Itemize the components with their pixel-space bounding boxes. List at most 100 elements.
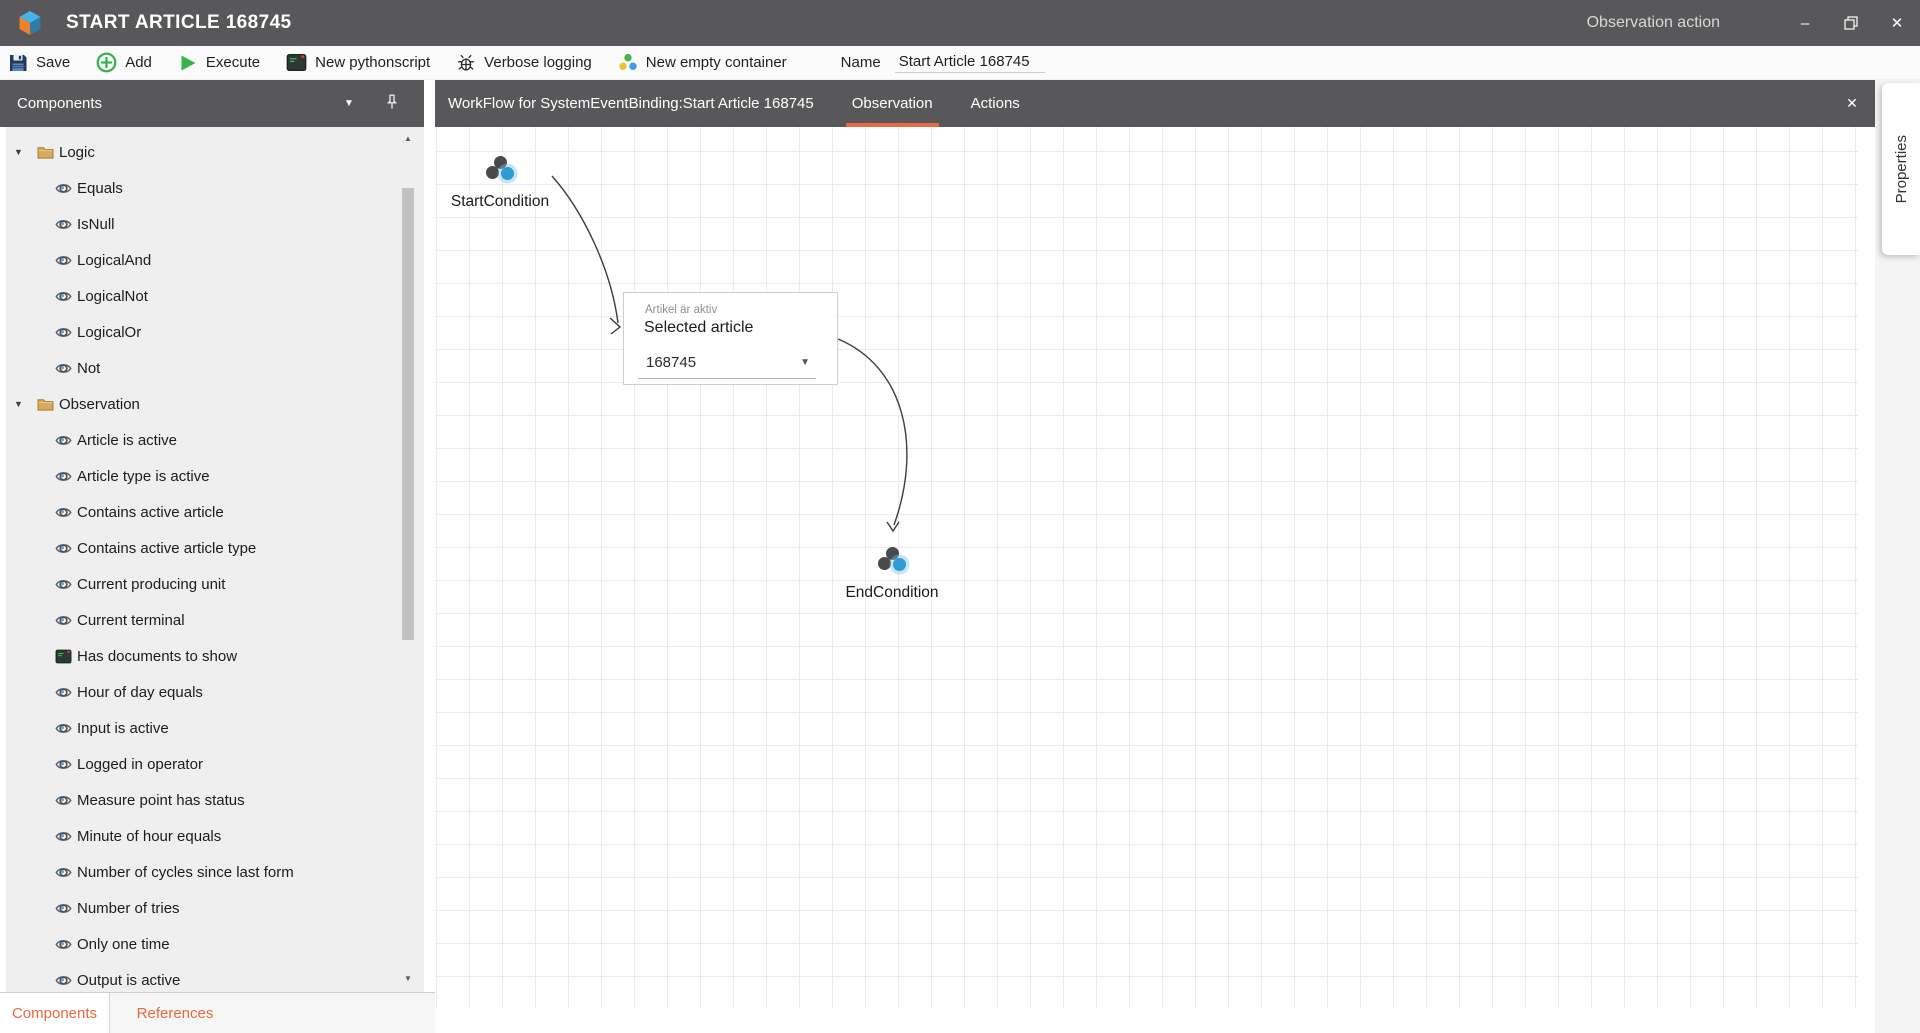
workspace-tab-bar: WorkFlow for SystemEventBinding:Start Ar… [435,80,1875,127]
node-dot-icon [486,166,499,179]
new-pythonscript-button[interactable]: New pythonscript [286,52,430,73]
components-panel-title: Components [17,95,102,112]
tree-item-contains-active-article-type[interactable]: Contains active article type [6,530,424,566]
container-dots-icon [618,53,638,73]
caret-down-icon[interactable]: ▼ [14,399,28,409]
chevron-down-icon[interactable]: ▼ [344,98,354,109]
new-empty-container-label: New empty container [646,54,787,71]
tree-item-input-is-active[interactable]: Input is active [6,710,424,746]
app-logo-icon [18,9,44,37]
node-startcondition[interactable]: StartCondition [483,155,517,181]
tree-folder-observation[interactable]: ▼ Observation [6,386,424,422]
folder-icon [37,144,54,161]
tab-references[interactable]: References [110,993,240,1033]
verbose-logging-button[interactable]: Verbose logging [456,53,592,73]
tree-item-label: Number of tries [77,900,180,917]
add-label: Add [125,54,152,71]
name-input[interactable] [895,52,1045,73]
tree-item-logicalnot[interactable]: LogicalNot [6,278,424,314]
tree-folder-logic[interactable]: ▼ Logic [6,134,424,170]
eye-icon [55,720,72,737]
eye-icon [55,576,72,593]
eye-icon [55,288,72,305]
close-button[interactable]: ✕ [1874,0,1920,46]
article-dropdown-value: 168745 [646,354,696,371]
scroll-up-icon[interactable]: ▲ [399,130,417,148]
tree-item-label: Output is active [77,972,180,989]
card-subtitle: Artikel är aktiv [645,304,717,316]
context-label: Observation action [1587,14,1720,32]
tree-item-label: Input is active [77,720,169,737]
tree-item-measure-point-has-status[interactable]: Measure point has status [6,782,424,818]
node-endcondition[interactable]: EndCondition [875,546,909,572]
tree-item-label: Measure point has status [77,792,245,809]
tree-item-label: Logic [59,144,95,161]
verbose-logging-label: Verbose logging [484,54,592,71]
tab-workflow[interactable]: WorkFlow for SystemEventBinding:Start Ar… [442,80,820,127]
tree-item-label: Contains active article type [77,540,256,557]
tree-item-minute-of-hour-equals[interactable]: Minute of hour equals [6,818,424,854]
tree-item-number-of-tries[interactable]: Number of tries [6,890,424,926]
arrowhead-icon [610,318,620,334]
node-dot-blue-icon [501,167,514,180]
scroll-down-icon[interactable]: ▼ [399,970,417,988]
tab-components[interactable]: Components [0,993,110,1033]
execute-label: Execute [206,54,260,71]
components-panel-header: Components ▼ [0,80,424,127]
window-controls: – ✕ [1782,0,1920,46]
tree-item-logicalor[interactable]: LogicalOr [6,314,424,350]
script-icon [286,52,307,73]
tree-item-number-of-cycles-since-last-form[interactable]: Number of cycles since last form [6,854,424,890]
eye-icon [55,468,72,485]
article-dropdown[interactable]: 168745 ▼ [638,349,816,379]
tree-item-current-producing-unit[interactable]: Current producing unit [6,566,424,602]
caret-down-icon[interactable]: ▼ [14,147,28,157]
edge-start-to-card [552,176,618,323]
tree-item-label: Not [77,360,100,377]
tab-observation[interactable]: Observation [846,80,939,127]
edge-card-to-end [838,339,907,525]
tree-item-current-terminal[interactable]: Current terminal [6,602,424,638]
tree-item-label: Minute of hour equals [77,828,221,845]
tree-item-logged-in-operator[interactable]: Logged in operator [6,746,424,782]
execute-button[interactable]: Execute [178,53,260,73]
eye-icon [55,756,72,773]
tree-item-label: Article type is active [77,468,210,485]
properties-rail: Properties [1875,80,1920,1033]
pin-icon[interactable] [384,94,400,115]
tree-item-contains-active-article[interactable]: Contains active article [6,494,424,530]
tree-item-label: Only one time [77,936,170,953]
eye-icon [55,252,72,269]
tree-item-isnull[interactable]: IsNull [6,206,424,242]
save-icon [8,53,28,73]
tab-actions[interactable]: Actions [965,80,1026,127]
tree-item-hour-of-day-equals[interactable]: Hour of day equals [6,674,424,710]
save-button[interactable]: Save [8,53,70,73]
tree-item-equals[interactable]: Equals [6,170,424,206]
add-icon [96,52,117,73]
add-button[interactable]: Add [96,52,152,73]
tree-item-has-documents-to-show[interactable]: Has documents to show [6,638,424,674]
tree-item-article-is-active[interactable]: Article is active [6,422,424,458]
tree-item-label: Article is active [77,432,177,449]
workflow-canvas[interactable]: StartCondition Artikel är aktiv Selected… [435,127,1875,1033]
tab-properties[interactable]: Properties [1882,83,1920,255]
folder-icon [37,396,54,413]
observation-card[interactable]: Artikel är aktiv Selected article 168745… [623,292,838,385]
tree-item-label: IsNull [77,216,115,233]
tree-item-only-one-time[interactable]: Only one time [6,926,424,962]
title-bar: START ARTICLE 168745 Observation action … [0,0,1920,46]
node-dot-icon [878,557,891,570]
tree-item-label: Current terminal [77,612,185,629]
restore-icon [1844,16,1858,30]
minimize-button[interactable]: – [1782,0,1828,46]
eye-icon [55,360,72,377]
restore-button[interactable] [1828,0,1874,46]
tree-item-not[interactable]: Not [6,350,424,386]
tree-scrollbar-thumb[interactable] [402,188,414,640]
tree-item-article-type-is-active[interactable]: Article type is active [6,458,424,494]
new-empty-container-button[interactable]: New empty container [618,53,787,73]
close-workspace-icon[interactable]: ✕ [1841,95,1863,112]
tree-item-output-is-active[interactable]: Output is active [6,962,424,992]
tree-item-logicaland[interactable]: LogicalAnd [6,242,424,278]
